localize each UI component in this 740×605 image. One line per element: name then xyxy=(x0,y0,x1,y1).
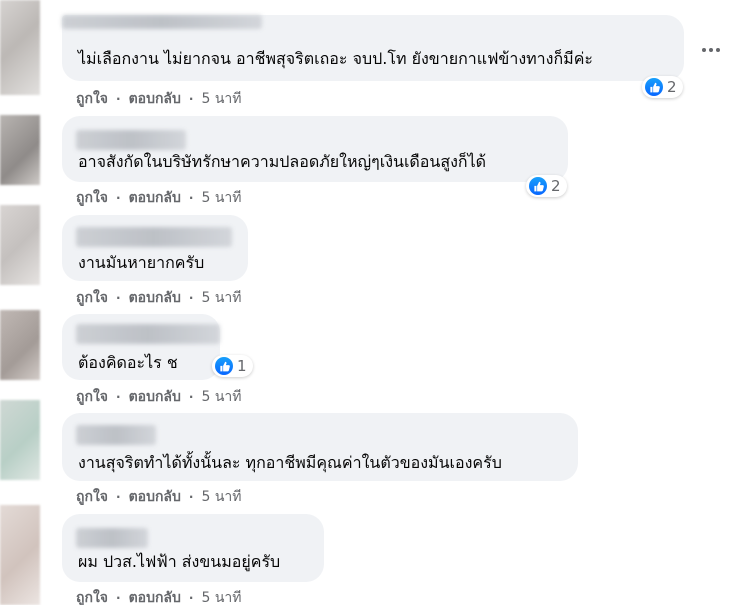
avatar[interactable] xyxy=(0,115,40,185)
reply-button[interactable]: ตอบกลับ xyxy=(129,589,181,605)
avatar[interactable] xyxy=(0,310,40,380)
like-button[interactable]: ถูกใจ xyxy=(76,488,108,506)
timestamp[interactable]: 5 นาที xyxy=(201,90,241,108)
avatar[interactable] xyxy=(0,205,40,285)
comment-actions: ถูกใจ · ตอบกลับ · 5 นาที xyxy=(76,589,242,605)
separator: · xyxy=(188,92,194,106)
avatar[interactable] xyxy=(0,0,40,95)
timestamp[interactable]: 5 นาที xyxy=(201,289,241,307)
like-icon xyxy=(645,78,663,96)
separator: · xyxy=(116,291,121,305)
comment-bubble: ต้องคิดอะไร ช xyxy=(62,314,220,380)
commenter-name[interactable] xyxy=(76,130,186,150)
comment-bubble: ไม่เลือกงาน ไม่ยากจน อาชีพสุจริตเถอะ จบป… xyxy=(62,15,684,81)
like-icon xyxy=(529,177,547,195)
comment-bubble: งานมันหายากครับ xyxy=(62,215,248,281)
like-icon xyxy=(215,357,233,375)
comment-bubble: อาจสังกัดในบริษัทรักษาความปลอดภัยใหญ่ๆเง… xyxy=(62,116,568,182)
more-options-icon xyxy=(702,48,706,52)
avatar[interactable] xyxy=(0,505,40,605)
separator: · xyxy=(188,291,194,305)
comment-text: งานมันหายากครับ xyxy=(78,253,205,272)
timestamp[interactable]: 5 นาที xyxy=(201,388,241,406)
separator: · xyxy=(116,490,121,504)
reaction-count: 2 xyxy=(551,176,561,195)
like-button[interactable]: ถูกใจ xyxy=(76,589,108,605)
comment-actions: ถูกใจ · ตอบกลับ · 5 นาที xyxy=(76,488,242,506)
reply-button[interactable]: ตอบกลับ xyxy=(129,289,181,307)
reaction-count: 1 xyxy=(237,356,247,375)
comment-actions: ถูกใจ · ตอบกลับ · 5 นาที xyxy=(76,90,242,108)
like-button[interactable]: ถูกใจ xyxy=(76,189,108,207)
reaction-badge[interactable]: 1 xyxy=(212,355,253,377)
reply-button[interactable]: ตอบกลับ xyxy=(129,488,181,506)
comment-text: งานสุจริตทำได้ทั้งนั้นละ ทุกอาชีพมีคุณค่… xyxy=(78,453,502,472)
separator: · xyxy=(116,191,121,205)
comment-text: อาจสังกัดในบริษัทรักษาความปลอดภัยใหญ่ๆเง… xyxy=(78,152,487,171)
reaction-count: 2 xyxy=(667,77,677,96)
commenter-name[interactable] xyxy=(76,324,220,344)
comment-text: ผม ปวส.ไฟฟ้า ส่งขนมอยู่ครับ xyxy=(78,552,281,571)
timestamp[interactable]: 5 นาที xyxy=(201,589,241,605)
separator: · xyxy=(188,490,194,504)
reaction-badge[interactable]: 2 xyxy=(642,76,683,98)
commenter-name[interactable] xyxy=(62,15,262,29)
reply-button[interactable]: ตอบกลับ xyxy=(129,189,181,207)
comment-actions: ถูกใจ · ตอบกลับ · 5 นาที xyxy=(76,388,242,406)
comment-text: ไม่เลือกงาน ไม่ยากจน อาชีพสุจริตเถอะ จบป… xyxy=(78,49,593,68)
comments-section: ไม่เลือกงาน ไม่ยากจน อาชีพสุจริตเถอะ จบป… xyxy=(0,0,740,605)
commenter-name[interactable] xyxy=(76,528,148,548)
avatar[interactable] xyxy=(0,400,40,480)
more-options-icon xyxy=(709,48,713,52)
separator: · xyxy=(116,390,121,404)
separator: · xyxy=(188,390,194,404)
commenter-name[interactable] xyxy=(76,425,156,445)
comment-text: ต้องคิดอะไร ช xyxy=(78,353,178,372)
comment-bubble: งานสุจริตทำได้ทั้งนั้นละ ทุกอาชีพมีคุณค่… xyxy=(62,413,578,481)
timestamp[interactable]: 5 นาที xyxy=(201,189,241,207)
reply-button[interactable]: ตอบกลับ xyxy=(129,388,181,406)
like-button[interactable]: ถูกใจ xyxy=(76,90,108,108)
comment-actions: ถูกใจ · ตอบกลับ · 5 นาที xyxy=(76,289,242,307)
like-button[interactable]: ถูกใจ xyxy=(76,289,108,307)
separator: · xyxy=(116,591,121,605)
reply-button[interactable]: ตอบกลับ xyxy=(129,90,181,108)
separator: · xyxy=(188,591,194,605)
more-options-icon xyxy=(716,48,720,52)
commenter-name[interactable] xyxy=(76,227,232,247)
reaction-badge[interactable]: 2 xyxy=(526,175,567,197)
comment-actions: ถูกใจ · ตอบกลับ · 5 นาที xyxy=(76,189,242,207)
more-options-button[interactable] xyxy=(696,40,726,60)
timestamp[interactable]: 5 นาที xyxy=(201,488,241,506)
like-button[interactable]: ถูกใจ xyxy=(76,388,108,406)
separator: · xyxy=(116,92,121,106)
comment-bubble: ผม ปวส.ไฟฟ้า ส่งขนมอยู่ครับ xyxy=(62,514,324,582)
separator: · xyxy=(188,191,194,205)
